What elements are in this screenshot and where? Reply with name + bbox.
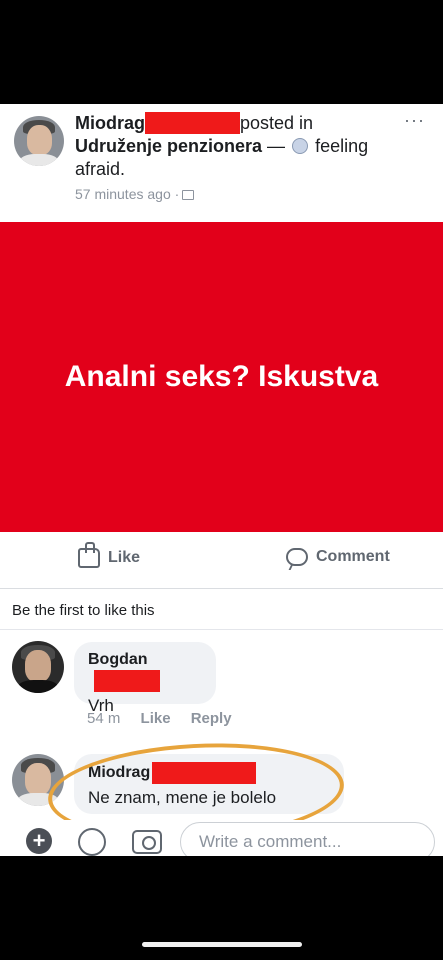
comment-button[interactable]: Comment (286, 548, 390, 566)
post-banner[interactable]: Analni seks? Iskustva (0, 222, 443, 532)
comment-time: 54 m (87, 710, 121, 727)
commenter-name-text: Bogdan (88, 651, 148, 668)
post-header-text: Miodrag posted in Udruženje penzionera — … (75, 111, 400, 181)
like-button[interactable]: Like (78, 542, 141, 568)
author-name[interactable]: Miodrag (75, 113, 145, 133)
like-label: Like (108, 549, 141, 566)
more-icon[interactable]: ··· (404, 110, 425, 131)
comment-label: Comment (316, 548, 390, 565)
posted-in-text: posted in (240, 113, 314, 133)
facebook-post-screen: Miodrag posted in Udruženje penzionera — … (0, 104, 443, 856)
commenter-name[interactable]: Bogdan (88, 650, 202, 692)
group-name[interactable]: Udruženje penzionera (75, 136, 262, 156)
comment-meta: 54 m Like Reply (87, 710, 232, 727)
comment-like-link[interactable]: Like (141, 710, 171, 727)
divider (0, 629, 443, 630)
home-indicator[interactable] (142, 942, 302, 947)
camera-icon[interactable] (132, 830, 162, 854)
commenter-avatar[interactable] (12, 641, 64, 693)
redaction-bar (94, 670, 160, 692)
plus-icon[interactable]: + (26, 828, 52, 854)
author-avatar[interactable] (14, 116, 64, 166)
redaction-bar (145, 111, 240, 134)
post-timestamp[interactable]: 57 minutes ago · (75, 186, 195, 202)
smile-icon[interactable] (78, 828, 106, 856)
timestamp-text: 57 minutes ago · (75, 186, 180, 202)
post-header: Miodrag posted in Udruženje penzionera — … (0, 104, 443, 220)
feeling-prefix: — (267, 136, 291, 156)
comment-bubble-icon (286, 548, 308, 566)
comment-input[interactable] (180, 822, 435, 856)
feeling-afraid-icon (292, 138, 309, 154)
banner-text: Analni seks? Iskustva (64, 360, 379, 393)
comment-bubble: Bogdan Vrh (74, 642, 216, 715)
comment-reply-link[interactable]: Reply (191, 710, 232, 727)
thumb-up-icon (78, 542, 100, 568)
privacy-icon (182, 190, 195, 200)
first-like-text: Be the first to like this (12, 602, 155, 619)
action-bar: Like Comment (0, 534, 443, 589)
